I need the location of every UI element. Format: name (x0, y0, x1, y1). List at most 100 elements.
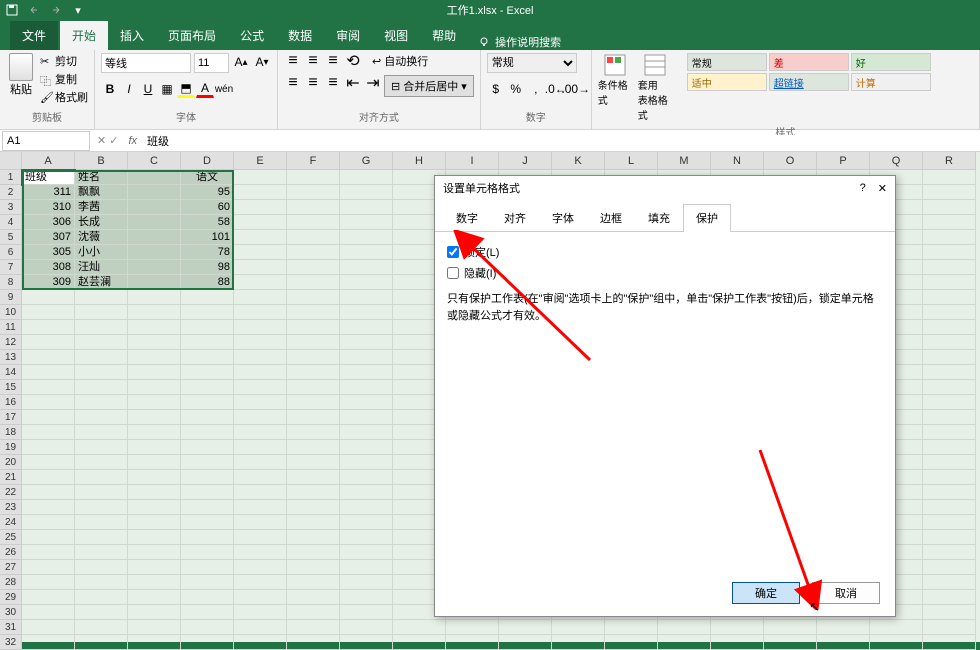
cell[interactable] (923, 365, 976, 380)
cell[interactable] (923, 410, 976, 425)
cell[interactable] (658, 635, 711, 650)
col-header[interactable]: J (499, 152, 552, 170)
cell[interactable] (22, 635, 75, 650)
locked-label[interactable]: 锁定(L) (464, 244, 499, 260)
cell[interactable] (340, 515, 393, 530)
cell[interactable] (764, 620, 817, 635)
col-header[interactable]: P (817, 152, 870, 170)
col-header[interactable]: M (658, 152, 711, 170)
cancel-button[interactable]: 取消 (812, 582, 880, 604)
align-left-button[interactable]: ≡ (284, 75, 302, 91)
cell[interactable] (128, 215, 181, 230)
cell[interactable] (234, 470, 287, 485)
cell[interactable] (340, 455, 393, 470)
cell[interactable] (234, 245, 287, 260)
cell[interactable] (22, 485, 75, 500)
cell[interactable]: 88 (181, 275, 234, 290)
undo-icon[interactable] (27, 3, 41, 17)
cell[interactable] (234, 605, 287, 620)
cell[interactable] (287, 335, 340, 350)
cell[interactable] (287, 470, 340, 485)
cell[interactable]: 姓名 (75, 170, 128, 185)
cell[interactable] (287, 230, 340, 245)
fx-icon[interactable]: fx (123, 135, 142, 147)
cell[interactable] (128, 620, 181, 635)
cell[interactable] (340, 545, 393, 560)
cell[interactable] (181, 545, 234, 560)
cell[interactable] (287, 440, 340, 455)
cell[interactable] (22, 530, 75, 545)
cell[interactable] (128, 200, 181, 215)
cell[interactable] (340, 485, 393, 500)
cell[interactable] (817, 620, 870, 635)
row-header[interactable]: 32 (0, 635, 22, 650)
col-header[interactable]: R (923, 152, 976, 170)
save-icon[interactable] (5, 3, 19, 17)
cell[interactable] (22, 290, 75, 305)
cell[interactable] (22, 620, 75, 635)
cell[interactable] (287, 635, 340, 650)
cell[interactable] (287, 500, 340, 515)
cell[interactable] (870, 635, 923, 650)
cell[interactable] (22, 455, 75, 470)
cell[interactable]: 58 (181, 215, 234, 230)
dialog-titlebar[interactable]: 设置单元格格式 ? ✕ (435, 176, 895, 200)
col-header[interactable]: G (340, 152, 393, 170)
cell[interactable] (75, 530, 128, 545)
style-neutral[interactable]: 适中 (687, 73, 767, 91)
fill-color-button[interactable]: ⬒ (177, 80, 195, 98)
cell[interactable] (234, 185, 287, 200)
cell[interactable] (923, 500, 976, 515)
bold-button[interactable]: B (101, 80, 119, 98)
align-top-button[interactable]: ≡ (284, 53, 302, 69)
cell[interactable] (923, 545, 976, 560)
dialog-tab[interactable]: 边框 (587, 204, 635, 231)
number-format-select[interactable]: 常规 (487, 53, 577, 73)
row-header[interactable]: 6 (0, 245, 22, 260)
tab-help[interactable]: 帮助 (420, 21, 468, 50)
style-bad[interactable]: 差 (769, 53, 849, 71)
cell[interactable] (446, 635, 499, 650)
cell[interactable] (605, 635, 658, 650)
cell[interactable] (75, 605, 128, 620)
cell[interactable] (75, 320, 128, 335)
cell[interactable] (923, 260, 976, 275)
cell[interactable] (22, 305, 75, 320)
cell[interactable] (287, 290, 340, 305)
cell[interactable] (128, 245, 181, 260)
cell[interactable] (128, 500, 181, 515)
row-header[interactable]: 10 (0, 305, 22, 320)
cell[interactable] (234, 350, 287, 365)
cell[interactable] (75, 395, 128, 410)
cell[interactable]: 101 (181, 230, 234, 245)
cell[interactable] (75, 515, 128, 530)
cell[interactable] (128, 380, 181, 395)
underline-button[interactable]: U (139, 80, 157, 98)
cell[interactable] (923, 560, 976, 575)
qat-dropdown-icon[interactable]: ▾ (71, 3, 85, 17)
cell[interactable] (393, 620, 446, 635)
dialog-tab[interactable]: 对齐 (491, 204, 539, 231)
dec-decimal-button[interactable]: .00→ (567, 80, 585, 98)
align-middle-button[interactable]: ≡ (304, 53, 322, 69)
cell[interactable] (340, 380, 393, 395)
italic-button[interactable]: I (120, 80, 138, 98)
cell[interactable]: 班级 (22, 170, 75, 185)
cell[interactable] (340, 200, 393, 215)
cell[interactable] (287, 350, 340, 365)
tell-me-search[interactable]: 操作说明搜索 (478, 34, 561, 50)
cell[interactable] (340, 440, 393, 455)
dialog-tab[interactable]: 保护 (683, 204, 731, 232)
col-header[interactable]: C (128, 152, 181, 170)
cell[interactable] (181, 395, 234, 410)
cell[interactable] (234, 305, 287, 320)
cell[interactable] (340, 425, 393, 440)
cell[interactable] (181, 470, 234, 485)
hidden-label[interactable]: 隐藏(I) (464, 265, 496, 281)
cell[interactable] (340, 605, 393, 620)
col-header[interactable]: H (393, 152, 446, 170)
cell[interactable] (340, 635, 393, 650)
percent-button[interactable]: % (507, 80, 525, 98)
cell[interactable] (234, 320, 287, 335)
cell[interactable] (128, 365, 181, 380)
